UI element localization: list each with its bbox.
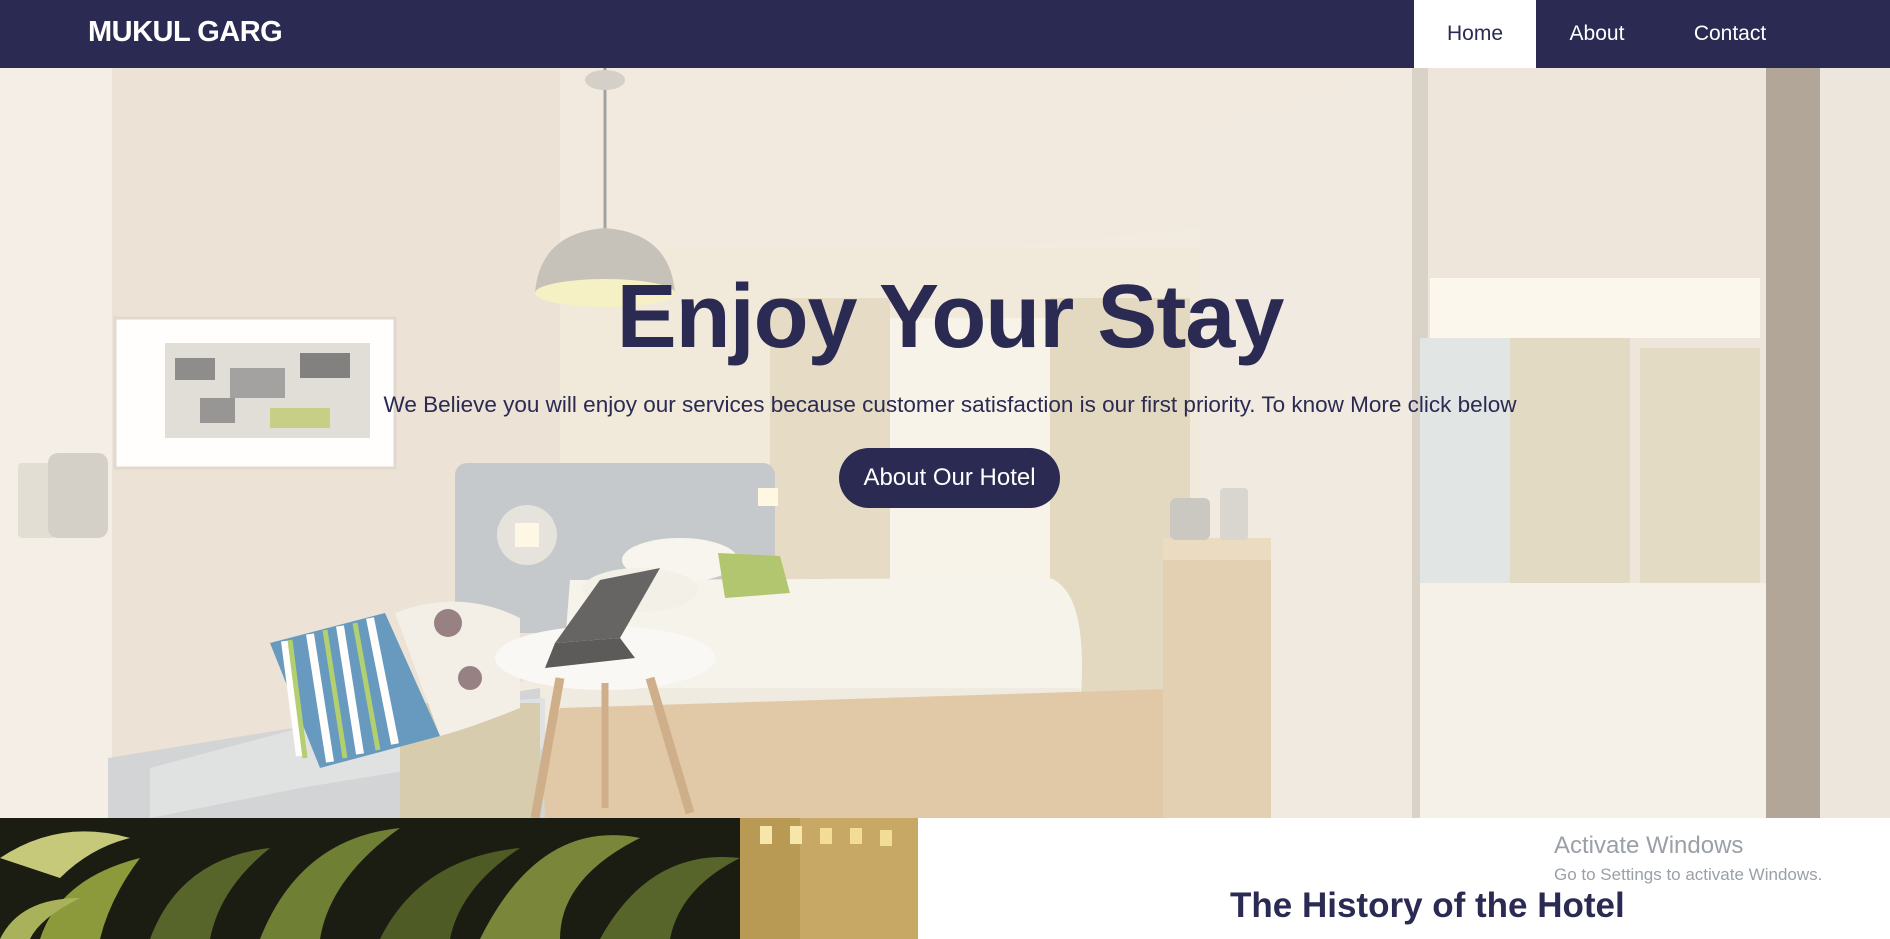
watermark-subtitle: Go to Settings to activate Windows. [1554,865,1823,884]
nav-link-contact[interactable]: Contact [1658,0,1802,68]
page: MUKUL GARG Home About Contact Enjoy Your… [0,0,1890,939]
hero-title: Enjoy Your Stay [616,267,1285,367]
brand-logo[interactable]: MUKUL GARG [88,16,283,49]
about-our-hotel-button[interactable]: About Our Hotel [839,448,1060,508]
nav-links: Home About Contact [1414,0,1890,68]
nav-link-about[interactable]: About [1536,0,1658,68]
hero-section: Enjoy Your Stay We Believe you will enjo… [0,68,1890,818]
watermark-title: Activate Windows [1554,832,1744,859]
windows-activation-watermark: Activate Windows Go to Settings to activ… [1554,832,1822,885]
history-title: The History of the Hotel [1230,886,1625,925]
hero-subtitle: We Believe you will enjoy our services b… [383,392,1517,417]
navbar: MUKUL GARG Home About Contact [0,0,1890,68]
nav-link-home[interactable]: Home [1414,0,1536,68]
hero-overlay [0,68,1890,818]
hotel-palms-image [0,818,918,939]
